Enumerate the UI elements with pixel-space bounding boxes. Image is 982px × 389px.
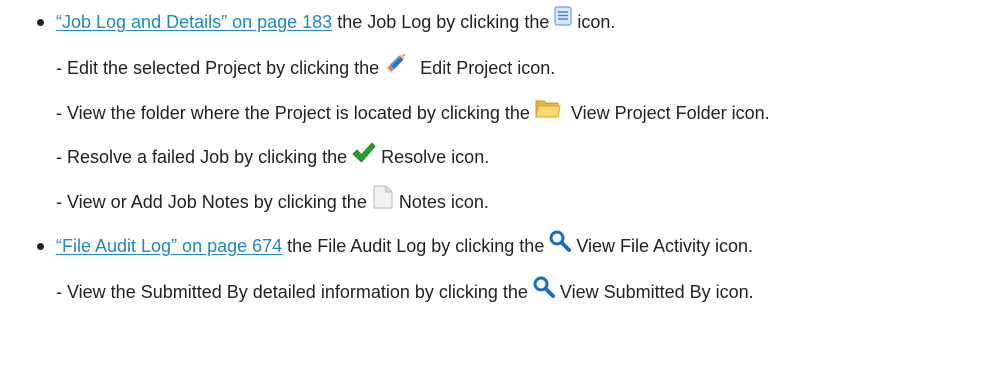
job-log-text-end: icon. <box>572 12 616 32</box>
edit-project-text-end: Edit Project icon. <box>420 58 556 78</box>
list-item-job-log: “Job Log and Details” on page 183 the Jo… <box>56 6 616 34</box>
file-audit-log-text-end: View File Activity icon. <box>576 236 754 256</box>
checkmark-icon <box>352 142 376 164</box>
list-item-notes: - View or Add Job Notes by clicking the … <box>56 185 489 214</box>
list-item-file-audit-log: “File Audit Log” on page 674 the File Au… <box>56 230 754 258</box>
edit-project-text: - Edit the selected Project by clicking … <box>56 58 385 78</box>
list-item-edit-project: - Edit the selected Project by clicking … <box>56 54 556 80</box>
bullet <box>37 19 44 26</box>
job-log-text: the Job Log by clicking the <box>332 12 555 32</box>
document-page: “Job Log and Details” on page 183 the Jo… <box>0 0 982 389</box>
list-item-submitted-by: - View the Submitted By detailed informa… <box>56 276 754 304</box>
view-folder-text: - View the folder where the Project is l… <box>56 103 535 123</box>
file-audit-log-link[interactable]: “File Audit Log” on page 674 <box>56 234 282 258</box>
job-log-link[interactable]: “Job Log and Details” on page 183 <box>56 10 332 34</box>
resolve-text-end: Resolve icon. <box>381 147 490 167</box>
notes-text: - View or Add Job Notes by clicking the <box>56 192 372 212</box>
folder-icon <box>535 97 561 119</box>
magnifier-icon <box>533 276 555 298</box>
view-folder-text-end: View Project Folder icon. <box>570 103 770 123</box>
pencil-icon <box>384 49 410 75</box>
job-log-icon <box>554 6 572 26</box>
resolve-text: - Resolve a failed Job by clicking the <box>56 147 353 167</box>
submitted-by-text-end: View Submitted By icon. <box>559 282 754 302</box>
magnifier-icon <box>549 230 572 252</box>
notes-text-end: Notes icon. <box>398 192 489 212</box>
bullet <box>37 243 44 250</box>
list-item-view-folder: - View the folder where the Project is l… <box>56 100 770 125</box>
notes-icon <box>372 185 394 209</box>
file-audit-log-text: the File Audit Log by clicking the <box>282 236 550 256</box>
list-item-resolve: - Resolve a failed Job by clicking the R… <box>56 142 490 169</box>
submitted-by-text: - View the Submitted By detailed informa… <box>56 282 533 302</box>
